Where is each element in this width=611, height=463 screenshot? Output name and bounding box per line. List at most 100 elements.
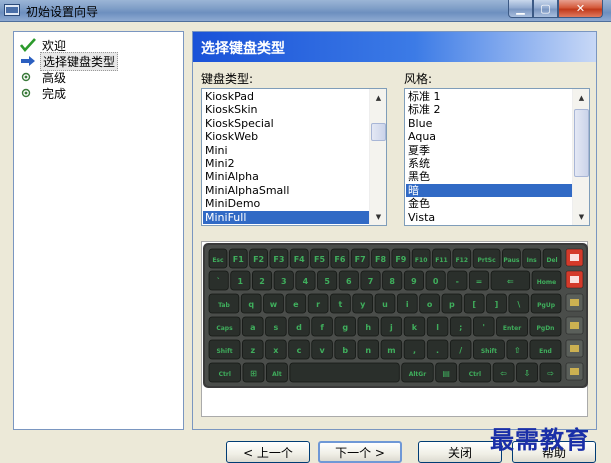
keyboard-key: q [240,293,262,314]
list-item[interactable]: 标准 1 [406,90,572,103]
keyboard-key: 5 [317,270,338,291]
keyboard-key: 0 [425,270,446,291]
minimize-button[interactable]: ▁ [508,0,533,18]
list-item[interactable]: MiniAlphaSmall [203,184,369,197]
list-item[interactable]: Vista [406,211,572,224]
title-bar[interactable]: 初始设置向导 ▁ ▢ ✕ [0,0,611,22]
keyboard-type-listbox[interactable]: KioskPad KioskSkin KioskSpecial KioskWeb Min… [201,88,387,226]
keyboard-key: t [330,293,351,314]
scroll-up-icon[interactable]: ▲ [574,90,589,105]
keyboard-key: s [265,316,287,337]
keyboard-key: = [468,270,490,291]
keyboard-key: Shift [473,339,505,360]
step-label: 高级 [42,70,67,85]
list-item[interactable]: KioskSpecial [203,117,369,130]
list-item[interactable]: Blue [406,117,572,130]
keyboard-key: F7 [350,248,370,269]
keyboard-key: [ [463,293,485,314]
back-button[interactable]: < 上一个 [226,441,310,463]
keyboard-key: x [265,339,287,360]
keyboard-key: F5 [310,248,329,269]
keyboard-key: Esc [208,248,228,269]
key-label: Tab [218,302,230,309]
list-item[interactable]: KioskPad [203,90,369,103]
keyboard-key: ▤ [435,362,458,383]
key-label: F7 [355,255,366,264]
keyboard-key: c [288,339,310,360]
key-label: - [456,277,459,286]
list-item[interactable]: 夏季 [406,144,572,157]
keyboard-key: ⇐ [490,270,531,291]
close-window-button[interactable]: ✕ [558,0,603,18]
key-label: Enter [503,325,521,332]
keyboard-key: , [403,339,426,360]
keyboard-key: r [307,293,329,314]
key-label: F11 [435,257,447,264]
key-label: b [342,346,348,355]
list-item[interactable]: 标准 2 [406,103,572,116]
keyboard-key: F3 [269,248,289,269]
keyboard-key: F4 [289,248,309,269]
keyboard-key: Paus [502,248,521,269]
keyboard-key: 2 [251,270,273,291]
list-item[interactable]: 金色 [406,197,572,210]
list-item[interactable]: 暗 [406,183,572,198]
list-item[interactable]: MiniFull [203,210,369,224]
style-label: 风格: [404,72,433,86]
key-label: F8 [375,255,386,264]
key-label: y [360,300,366,309]
keyboard-key: PgUp [530,293,562,314]
keyboard-key: Ins [522,248,542,269]
keyboard-list-scrollbar[interactable]: ▲ ▼ [369,89,386,225]
key-label: 5 [324,277,330,286]
style-listbox[interactable]: 标准 1 标准 2 Blue Aqua 夏季 系统 黑色暗金色 Vista ▲ ▼ [404,88,590,226]
scroll-down-icon[interactable]: ▼ [574,209,589,224]
keyboard-key: u [374,293,396,314]
keyboard-key: F8 [371,248,390,269]
key-label: ⇩ [524,369,531,378]
keyboard-key: F11 [432,248,451,269]
keyboard-key: Alt [266,362,288,383]
keyboard-key: h [357,316,380,337]
list-item[interactable]: Aqua [406,130,572,143]
list-item[interactable]: KioskSkin [203,103,369,116]
key-label: PgDn [537,325,555,332]
keyboard-key: ⇩ [516,362,538,383]
list-item[interactable]: MiniAlpha [203,170,369,183]
list-item[interactable]: 黑色 [406,170,572,183]
key-label: ; [459,323,462,332]
keyboard-key: f [311,316,333,337]
bullet-icon [21,72,31,82]
key-label: 9 [411,277,417,286]
maximize-button[interactable]: ▢ [533,0,558,18]
key-label: w [270,300,278,309]
list-item[interactable]: MiniDemo [203,197,369,210]
key-label: Esc [212,257,224,264]
scroll-up-icon[interactable]: ▲ [371,90,386,105]
key-label: s [274,323,279,332]
key-label: ▤ [442,369,450,378]
key-label: q [248,300,254,309]
key-label: n [365,346,371,355]
key-label: F4 [294,255,305,264]
scroll-down-icon[interactable]: ▼ [371,209,386,224]
keyboard-key: z [242,339,264,360]
key-label: e [293,300,299,309]
list-item[interactable]: Mini2 [203,157,369,170]
list-item[interactable]: Mini [203,144,369,157]
next-button[interactable]: 下一个 > [318,441,402,463]
list-item[interactable]: KioskWeb [203,130,369,143]
list-item[interactable]: 系统 [406,157,572,170]
scroll-thumb[interactable] [371,123,386,141]
keyboard-key: . [426,339,449,360]
key-label: Ins [527,257,538,264]
key-label: ⊞ [250,369,257,378]
keyboard-key: Enter [496,316,528,337]
scroll-thumb[interactable] [574,109,589,177]
key-label: ' [483,323,485,332]
main-panel: 选择键盘类型 键盘类型: 风格: KioskPad KioskSkin KioskS… [192,31,597,430]
keyboard-key: Caps [208,316,241,337]
style-list-scrollbar[interactable]: ▲ ▼ [572,89,589,225]
key-label: F3 [273,255,284,264]
maximize-icon: ▢ [540,2,551,15]
